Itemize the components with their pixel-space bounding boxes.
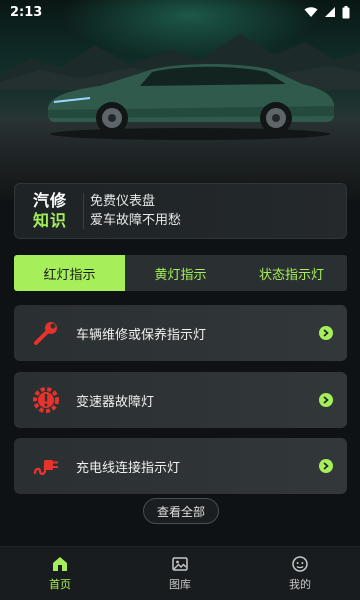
- battery-icon: [342, 5, 350, 18]
- gear-warning-icon: [28, 382, 64, 418]
- nav-profile[interactable]: 我的: [240, 547, 360, 600]
- status-icons: [304, 5, 350, 19]
- indicator-tabs: 红灯指示 黄灯指示 状态指示灯: [14, 255, 347, 291]
- nav-gallery[interactable]: 图库: [120, 547, 240, 600]
- wrench-icon: [28, 315, 64, 351]
- status-bar: 2:13: [0, 0, 360, 24]
- promo-title-line1: 汽修: [32, 191, 67, 210]
- promo-text-line2: 爱车故障不用愁: [90, 213, 182, 228]
- nav-gallery-label: 图库: [169, 578, 191, 591]
- promo-title-line2: 知识: [32, 211, 67, 230]
- nav-profile-label: 我的: [289, 578, 311, 591]
- bottom-nav: 首页 图库 我的: [0, 546, 360, 600]
- view-all-button[interactable]: 查看全部: [143, 498, 219, 524]
- list-item-label: 充电线连接指示灯: [76, 460, 181, 476]
- promo-title: 汽修 知识: [21, 191, 79, 231]
- promo-text: 免费仪表盘 爱车故障不用愁: [90, 192, 181, 230]
- car-image: [48, 64, 334, 140]
- tab-red-light[interactable]: 红灯指示: [14, 255, 125, 291]
- chevron-right-icon: [319, 393, 333, 407]
- nav-home[interactable]: 首页: [0, 547, 120, 600]
- promo-divider: [83, 193, 84, 229]
- list-item-maintenance[interactable]: 车辆维修或保养指示灯: [14, 305, 347, 361]
- chevron-right-icon: [319, 326, 333, 340]
- home-icon: [53, 557, 67, 571]
- list-item-transmission[interactable]: 变速器故障灯: [14, 372, 347, 428]
- promo-card[interactable]: 汽修 知识 免费仪表盘 爱车故障不用愁: [14, 183, 347, 239]
- tab-yellow-light[interactable]: 黄灯指示: [125, 255, 236, 291]
- list-item-label: 车辆维修或保养指示灯: [76, 327, 207, 343]
- charging-plug-icon: [28, 448, 64, 484]
- chevron-right-icon: [319, 459, 333, 473]
- list-item-charging[interactable]: 充电线连接指示灯: [14, 438, 347, 494]
- gallery-icon: [172, 557, 188, 571]
- tab-status-light[interactable]: 状态指示灯: [236, 255, 347, 291]
- nav-home-label: 首页: [49, 578, 71, 591]
- status-time: 2:13: [10, 4, 43, 20]
- profile-icon: [292, 556, 308, 572]
- list-item-label: 变速器故障灯: [76, 394, 155, 410]
- hero-banner: [0, 0, 360, 200]
- promo-text-line1: 免费仪表盘: [90, 194, 156, 209]
- signal-icon: [325, 7, 335, 17]
- wifi-icon: [304, 7, 318, 17]
